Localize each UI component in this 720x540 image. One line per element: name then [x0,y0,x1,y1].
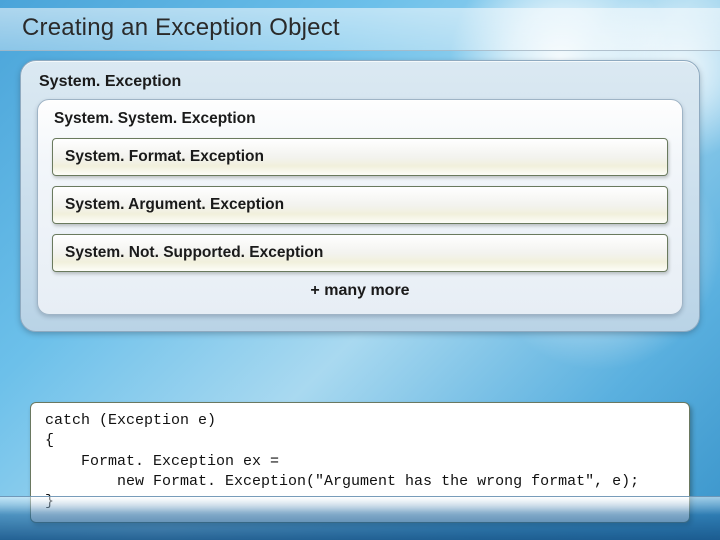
exception-row-label: System. Not. Supported. Exception [65,244,655,262]
exception-row: System. Argument. Exception [52,186,668,224]
exception-row: System. Not. Supported. Exception [52,234,668,272]
outer-panel-label: System. Exception [39,73,683,91]
slide-title: Creating an Exception Object [22,14,698,42]
inner-panel: System. System. Exception System. Format… [37,99,683,315]
exception-row-label: System. Argument. Exception [65,196,655,214]
exception-row-label: System. Format. Exception [65,148,655,166]
title-bar: Creating an Exception Object [0,8,720,51]
outer-panel: System. Exception System. System. Except… [20,60,700,332]
many-more-label: + many more [52,282,668,300]
footer-band [0,496,720,540]
inner-panel-label: System. System. Exception [54,110,668,128]
exception-row: System. Format. Exception [52,138,668,176]
